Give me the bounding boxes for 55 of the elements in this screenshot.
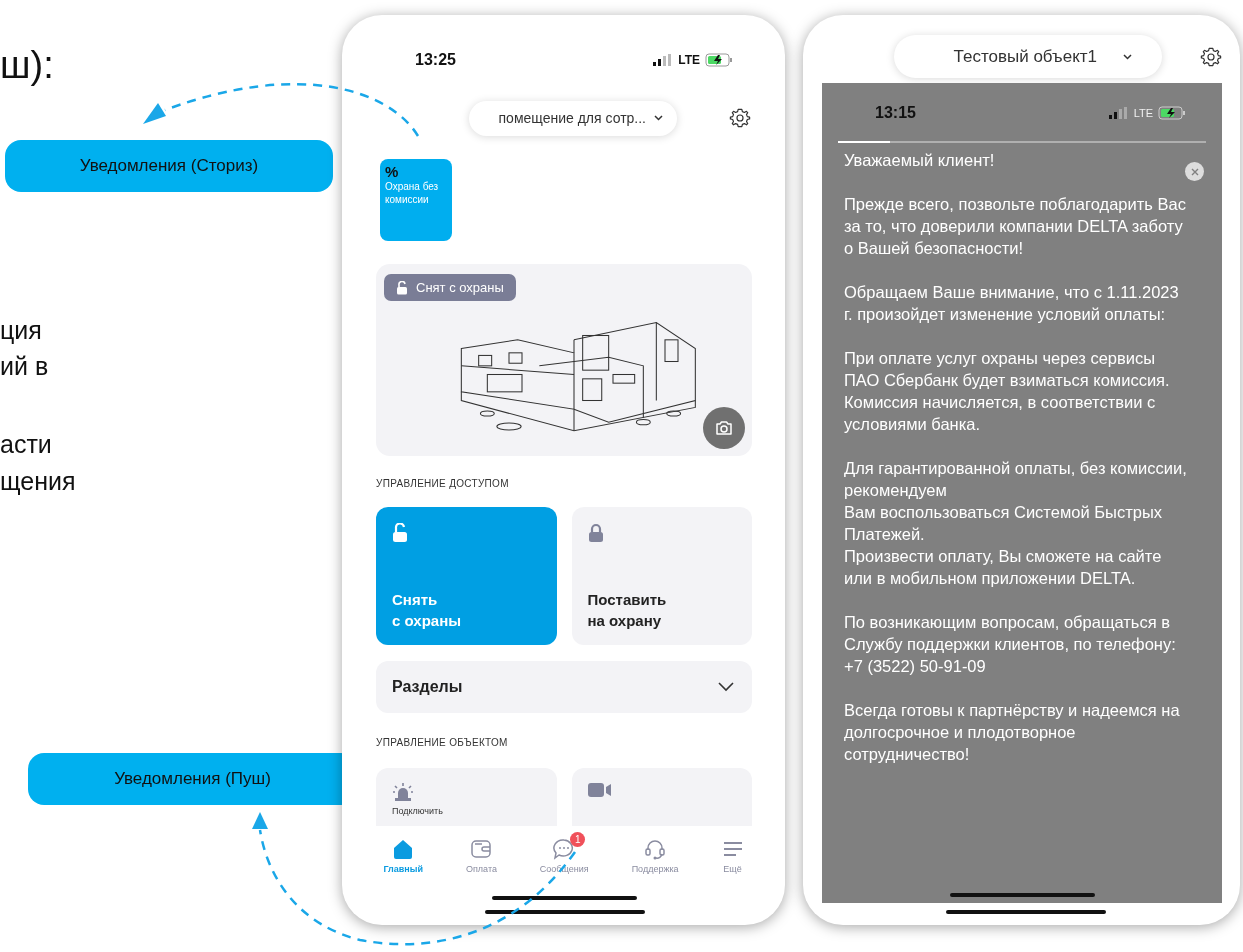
padlock-icon bbox=[587, 523, 604, 543]
tab-item[interactable]: Ещё bbox=[721, 832, 744, 882]
signal-icon bbox=[1108, 107, 1129, 119]
chevron-down-icon bbox=[1123, 53, 1132, 60]
signal-icon bbox=[653, 54, 674, 66]
story-paragraph: Прежде всего, позвольте поблагодарить Вас за то, что доверили компании DELTA заботу о Вашей безопасности! bbox=[844, 194, 1187, 259]
story-paragraph: Уважаемый клиент! bbox=[844, 150, 996, 171]
heading-fragment: ш): bbox=[0, 44, 54, 87]
section-title: УПРАВЛЕНИЕ ОБЪЕКТОМ bbox=[376, 737, 509, 748]
tab-item[interactable]: Оплата bbox=[465, 832, 497, 882]
chevron-down-icon bbox=[718, 682, 734, 692]
text-fragment: асти bbox=[0, 430, 52, 459]
battery-icon bbox=[705, 53, 733, 67]
network-label: LTE bbox=[1133, 107, 1153, 119]
home-icon bbox=[392, 838, 415, 860]
close-button[interactable] bbox=[1185, 162, 1204, 181]
story-paragraph: Обращаем Ваше внимание, что с 1.11.2023 г. произойдет изменение условий оплаты: bbox=[844, 282, 1180, 325]
object-selector[interactable]: Тестовый объект1 bbox=[893, 35, 1162, 78]
promo-label: Охрана без комиссии bbox=[385, 180, 440, 206]
tab-item[interactable]: Поддержка bbox=[631, 832, 679, 882]
unread-badge: 1 bbox=[570, 832, 586, 847]
headset-icon bbox=[644, 838, 667, 860]
chat-bubble-icon bbox=[553, 838, 576, 860]
wallet-icon bbox=[470, 838, 493, 860]
section-title: УПРАВЛЕНИЕ ДОСТУПОМ bbox=[376, 478, 510, 489]
settings-icon[interactable] bbox=[1200, 45, 1222, 68]
settings-icon[interactable] bbox=[729, 107, 751, 129]
text-fragment: ий в bbox=[0, 352, 49, 381]
story-paragraph: При оплате услуг охраны через сервисы ПАО Сбербанк будет взиматься комиссия. Комиссия начисляется, в соответствии с условиями банка. bbox=[844, 348, 1171, 435]
video-camera-icon bbox=[587, 782, 612, 798]
siren-icon bbox=[392, 782, 414, 802]
padlock-icon bbox=[392, 523, 408, 543]
text-fragment: ция bbox=[0, 316, 42, 345]
story-paragraph: По возникающим вопросам, обращаться в Службу поддержки клиентов, по телефону: +7 (3522) 50-91-09 bbox=[844, 612, 1177, 677]
sections-dropdown[interactable]: Разделы bbox=[376, 661, 752, 713]
unlocked-padlock-icon bbox=[396, 280, 408, 295]
status-time: 13:15 bbox=[875, 104, 916, 122]
status-time: 13:25 bbox=[415, 51, 456, 69]
chevron-down-icon bbox=[654, 115, 663, 121]
camera-button[interactable] bbox=[703, 407, 745, 449]
story-paragraph: Для гарантированной оплаты, без комиссии, рекомендуем Вам воспользоваться Системой Быстрых Платежей. Произвести оплату, Вы сможете на сайте или в мобильном приложении DELTA. bbox=[844, 458, 1188, 589]
battery-icon bbox=[1158, 106, 1186, 120]
camera-icon bbox=[715, 420, 733, 436]
network-label: LTE bbox=[678, 53, 700, 67]
text-fragment: щения bbox=[0, 467, 76, 496]
status-badge: Снят с охраны bbox=[384, 274, 516, 301]
promo-symbol: % bbox=[385, 163, 400, 180]
promo-tile[interactable]: % Охрана без комиссии bbox=[380, 159, 452, 241]
close-icon bbox=[1190, 167, 1199, 176]
story-paragraph: Всегда готовы к партнёрству и надеемся на долгосрочное и плодотворное сотрудничество! bbox=[844, 700, 1181, 765]
object-selector[interactable]: помещение для сотр... bbox=[468, 100, 677, 136]
access-tile[interactable]: Поставить на охрану bbox=[571, 507, 752, 645]
control-tile[interactable] bbox=[571, 768, 752, 826]
control-tile[interactable]: Подключить bbox=[376, 768, 557, 826]
callout-label: Уведомления (Сториз) bbox=[5, 140, 333, 192]
